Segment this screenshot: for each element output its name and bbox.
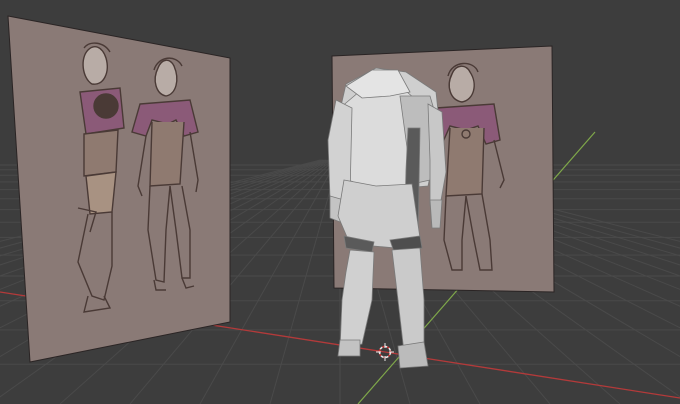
reference-image-side-and-front[interactable]: [7, 15, 231, 363]
3d-viewport[interactable]: [0, 0, 680, 404]
